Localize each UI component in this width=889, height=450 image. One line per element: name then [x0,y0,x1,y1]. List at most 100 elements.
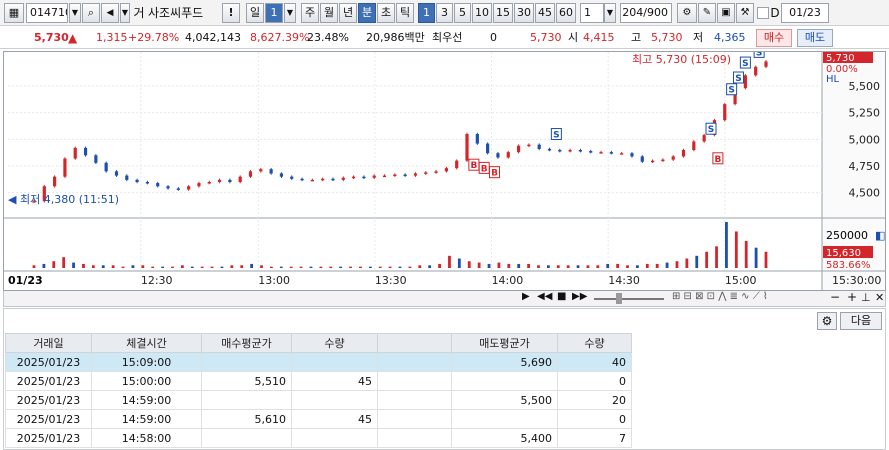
sell-marker: S [728,86,734,96]
table-row[interactable]: 2025/01/23 14:59:00 5,610 45 0 [5,409,632,429]
play-icon[interactable]: ▶▶ [572,291,587,302]
table-row[interactable]: 2025/01/23 15:00:00 5,510 45 0 [5,371,632,391]
bar-count-input[interactable]: 204/900 [620,3,672,23]
cell-time: 14:59:00 [91,409,202,429]
tab-month[interactable]: 월 [320,3,338,23]
time-axis: 12:30 13:00 13:30 14:00 14:30 15:00 15:30:00 [141,274,882,287]
header-buy-avg: 매수평균가 [201,333,292,353]
cell-sell-avg: 5,400 [451,428,558,448]
cell-sell-avg [451,371,558,391]
draw-tool-icon[interactable]: ✎ [698,3,716,23]
zoom-slider[interactable] [594,298,664,300]
volume-bar [655,263,659,268]
search-icon[interactable]: ⌕ [82,3,100,23]
axis-icon[interactable]: ⊥ [861,291,871,304]
stop-icon[interactable]: ■ [557,291,566,302]
candle-body [692,141,696,150]
scroll-right-icon[interactable]: ▶ [522,291,530,302]
candle-body [197,183,201,187]
price-chart[interactable]: BBBBSSSSSS 4,500 4,750 5,000 5,250 5,500 12:… [3,45,886,291]
interval-15[interactable]: 15 [493,3,513,23]
stock-code-input[interactable]: 014710 [26,3,68,23]
interval-1[interactable]: 1 [418,3,435,23]
candle-body [516,145,521,153]
time-tick-label: 14:00 [492,274,524,287]
price-tick-label: 5,250 [849,107,881,120]
day-count-input[interactable]: 1 [265,3,283,23]
volume-bar [368,266,372,268]
interval-10[interactable]: 10 [472,3,492,23]
tab-tick[interactable]: 틱 [396,3,414,23]
volume-bar [556,265,560,268]
table-row[interactable]: 2025/01/23 14:59:00 5,500 20 [5,390,632,410]
quote-bar: 5,730 ▲ 1,315 +29.78% 4,042,143 8,627.39… [0,27,889,49]
candle-settings-icon[interactable]: ⚙ [677,3,697,23]
buy-button[interactable]: 매수 [756,29,792,47]
interval-60[interactable]: 60 [556,3,576,23]
code-dropdown-icon[interactable]: ▼ [69,3,81,23]
date-input[interactable]: 01/23 [781,3,829,23]
prev-stock-icon[interactable]: ◀ [101,3,119,23]
interval-45[interactable]: 45 [535,3,555,23]
tab-week[interactable]: 주 [301,3,319,23]
day-dropdown-icon[interactable]: ▼ [284,3,296,23]
table-row[interactable]: 2025/01/23 14:58:00 5,400 7 [5,428,632,448]
layout-icon[interactable]: ▦ [4,3,24,23]
interval-30[interactable]: 30 [514,3,534,23]
config-icon[interactable]: ⚒ [736,3,754,23]
chart-grid [8,52,822,271]
sell-marker: S [553,131,559,141]
interval-select[interactable]: 1 [580,3,604,23]
next-button[interactable]: 다음 [840,312,882,330]
sell-button[interactable]: 매도 [797,29,833,47]
tab-year[interactable]: 년 [339,3,357,23]
cell-date: 2025/01/23 [5,371,92,391]
volume-ratio: 8,627.39% [250,31,310,44]
alert-button[interactable]: ! [222,3,240,23]
candle-body [444,168,448,172]
cell-blank [377,390,452,410]
tab-second[interactable]: 초 [377,3,395,23]
volume-bar [240,265,244,268]
stock-list-icon[interactable]: ▼ [120,3,130,23]
rewind-icon[interactable]: ◀◀ [537,291,552,302]
candle-body [207,182,211,184]
candle-body [723,104,727,121]
cell-buy-avg: 5,510 [201,371,292,391]
tab-minute[interactable]: 분 [358,3,376,23]
volume-bar [685,258,689,268]
price-tag: 5,730 [826,53,855,64]
candle-body [434,171,438,173]
candle-body [300,178,304,181]
volume-pct-tag: 583.66% [826,260,871,271]
volume-bar [448,255,451,268]
zoom-in-icon[interactable]: + [847,290,857,304]
save-icon[interactable]: ▣ [717,3,735,23]
chart-scroll-bar[interactable]: ▶ ◀◀ ■ ▶▶ ⊞ ⊟ ⊠ ⊡ ⋀ ≣ ∿ ⟋ ⌇ − + ⊥ ✕ [3,290,886,307]
cell-time: 15:00:00 [91,371,202,391]
candle-body [228,179,232,182]
date-checkbox[interactable] [757,7,769,19]
tool-icons[interactable]: ⊞ ⊟ ⊠ ⊡ ⋀ ≣ ∿ ⟋ ⌇ [672,291,768,302]
panel-settings-icon[interactable]: ⚙ [817,312,837,330]
close-icon[interactable]: ✕ [875,291,884,304]
tab-day[interactable]: 일 [246,3,264,23]
table-row[interactable]: 2025/01/23 15:09:00 5,690 40 [5,352,632,372]
volume-bar [546,265,550,268]
cell-buy-qty [291,428,378,448]
interval-3[interactable]: 3 [436,3,453,23]
cell-blank [377,409,452,429]
cell-time: 14:58:00 [91,428,202,448]
cell-time: 15:09:00 [91,352,202,372]
ask-price: 5,730 [530,31,562,44]
interval-dropdown-icon[interactable]: ▼ [604,3,616,23]
chart-toolbar: ▦ 014710 ▼ ⌕ ◀ ▼ 거 사조씨푸드 ! 일 1 ▼ 주 월 년 분… [0,0,889,26]
zoom-out-icon[interactable]: − [830,290,840,304]
zoom-slider-handle[interactable] [616,293,622,304]
volume-bar [586,265,590,268]
chart-canvas[interactable]: B B BBSSSSSS 4,5004,7505,0005,2505,500 12:… [4,45,885,290]
candle-body [156,183,160,187]
volume-bar [636,265,639,268]
hl-tag: HL [826,74,840,85]
interval-5[interactable]: 5 [454,3,471,23]
